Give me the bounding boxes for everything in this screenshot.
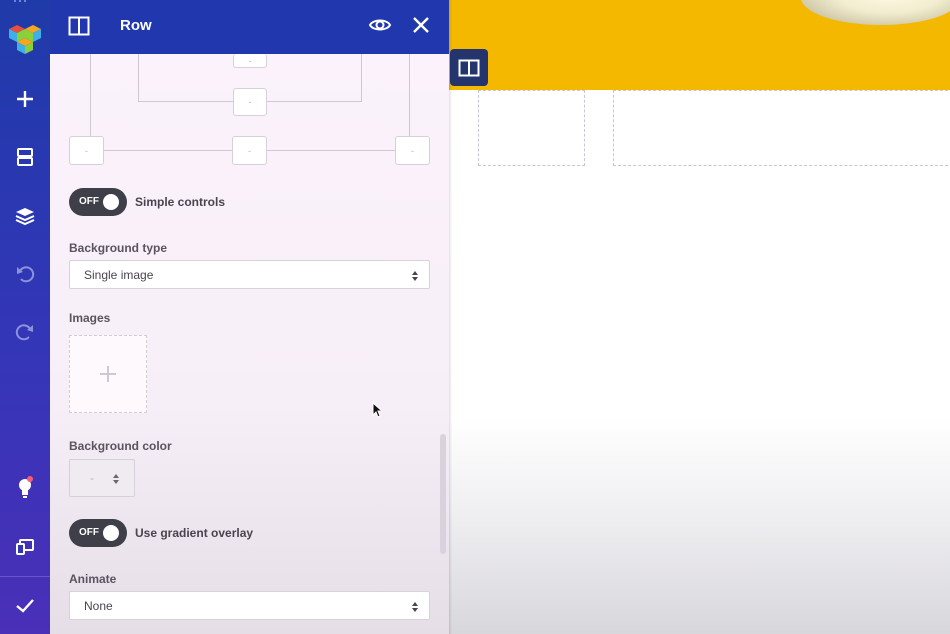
toggle-knob	[103, 194, 119, 210]
undo-icon[interactable]	[0, 253, 50, 293]
spacing-diagram: - - - - -	[50, 54, 449, 174]
animate-label: Animate	[69, 572, 117, 586]
checkmark-icon[interactable]	[0, 586, 50, 626]
layout-icon[interactable]	[0, 137, 50, 177]
select-arrows-icon	[411, 269, 419, 287]
gradient-overlay-toggle[interactable]: OFF	[69, 519, 127, 547]
drag-handle-dots[interactable]	[14, 0, 28, 4]
lightbulb-icon[interactable]	[0, 468, 50, 508]
editor-toolbar	[0, 0, 50, 634]
layers-icon[interactable]	[0, 196, 50, 236]
toolbar-divider	[0, 576, 50, 577]
plus-icon[interactable]	[0, 79, 50, 119]
toggle-state-label: OFF	[79, 196, 99, 207]
preview-eye-icon[interactable]	[368, 14, 392, 41]
select-arrows-icon	[112, 472, 120, 490]
row-settings-panel: Row - - - - - OFF Simple controls Backgr…	[50, 0, 449, 634]
background-type-value: Single image	[84, 268, 154, 282]
panel-header: Row	[50, 0, 449, 54]
bowl-image	[801, 0, 950, 25]
panel-body: - - - - - OFF Simple controls Background…	[50, 54, 449, 634]
yellow-section	[449, 0, 950, 90]
outer-right-spacing-box[interactable]: -	[395, 136, 430, 165]
toggle-knob	[103, 525, 119, 541]
panel-scrollbar[interactable]	[440, 434, 446, 554]
inner-bottom-spacing-box[interactable]: -	[233, 88, 267, 116]
simple-controls-toggle[interactable]: OFF	[69, 188, 127, 216]
row-layout-icon	[458, 59, 480, 76]
inner-top-spacing-box[interactable]: -	[233, 54, 267, 68]
select-arrows-icon	[411, 600, 419, 618]
close-icon[interactable]	[410, 14, 432, 41]
row-layout-icon	[68, 16, 90, 41]
redo-icon[interactable]	[0, 311, 50, 351]
toggle-state-label: OFF	[79, 527, 99, 538]
simple-controls-label: Simple controls	[135, 195, 226, 209]
row-edit-button[interactable]	[450, 49, 488, 86]
color-value: -	[90, 471, 94, 485]
background-type-label: Background type	[69, 241, 168, 255]
plus-icon	[100, 366, 116, 382]
column-outline[interactable]	[478, 90, 585, 166]
background-color-label: Background color	[69, 439, 172, 453]
gradient-overlay-label: Use gradient overlay	[135, 526, 254, 540]
add-image-button[interactable]	[69, 335, 147, 413]
panel-title: Row	[120, 17, 152, 34]
outer-bottom-spacing-box[interactable]: -	[232, 136, 267, 165]
background-color-picker[interactable]: -	[69, 459, 135, 497]
column-outline[interactable]	[613, 90, 950, 166]
panel-shadow	[449, 0, 452, 634]
logo-cube-icon[interactable]	[0, 19, 50, 59]
outer-left-spacing-box[interactable]: -	[69, 136, 104, 165]
animate-value: None	[84, 599, 113, 613]
notification-dot	[27, 476, 33, 482]
background-type-select[interactable]: Single image	[69, 260, 430, 289]
images-label: Images	[69, 311, 111, 325]
mouse-cursor-icon	[372, 401, 384, 423]
responsive-devices-icon[interactable]	[0, 527, 50, 567]
animate-select[interactable]: None	[69, 591, 430, 620]
page-canvas	[449, 0, 950, 634]
